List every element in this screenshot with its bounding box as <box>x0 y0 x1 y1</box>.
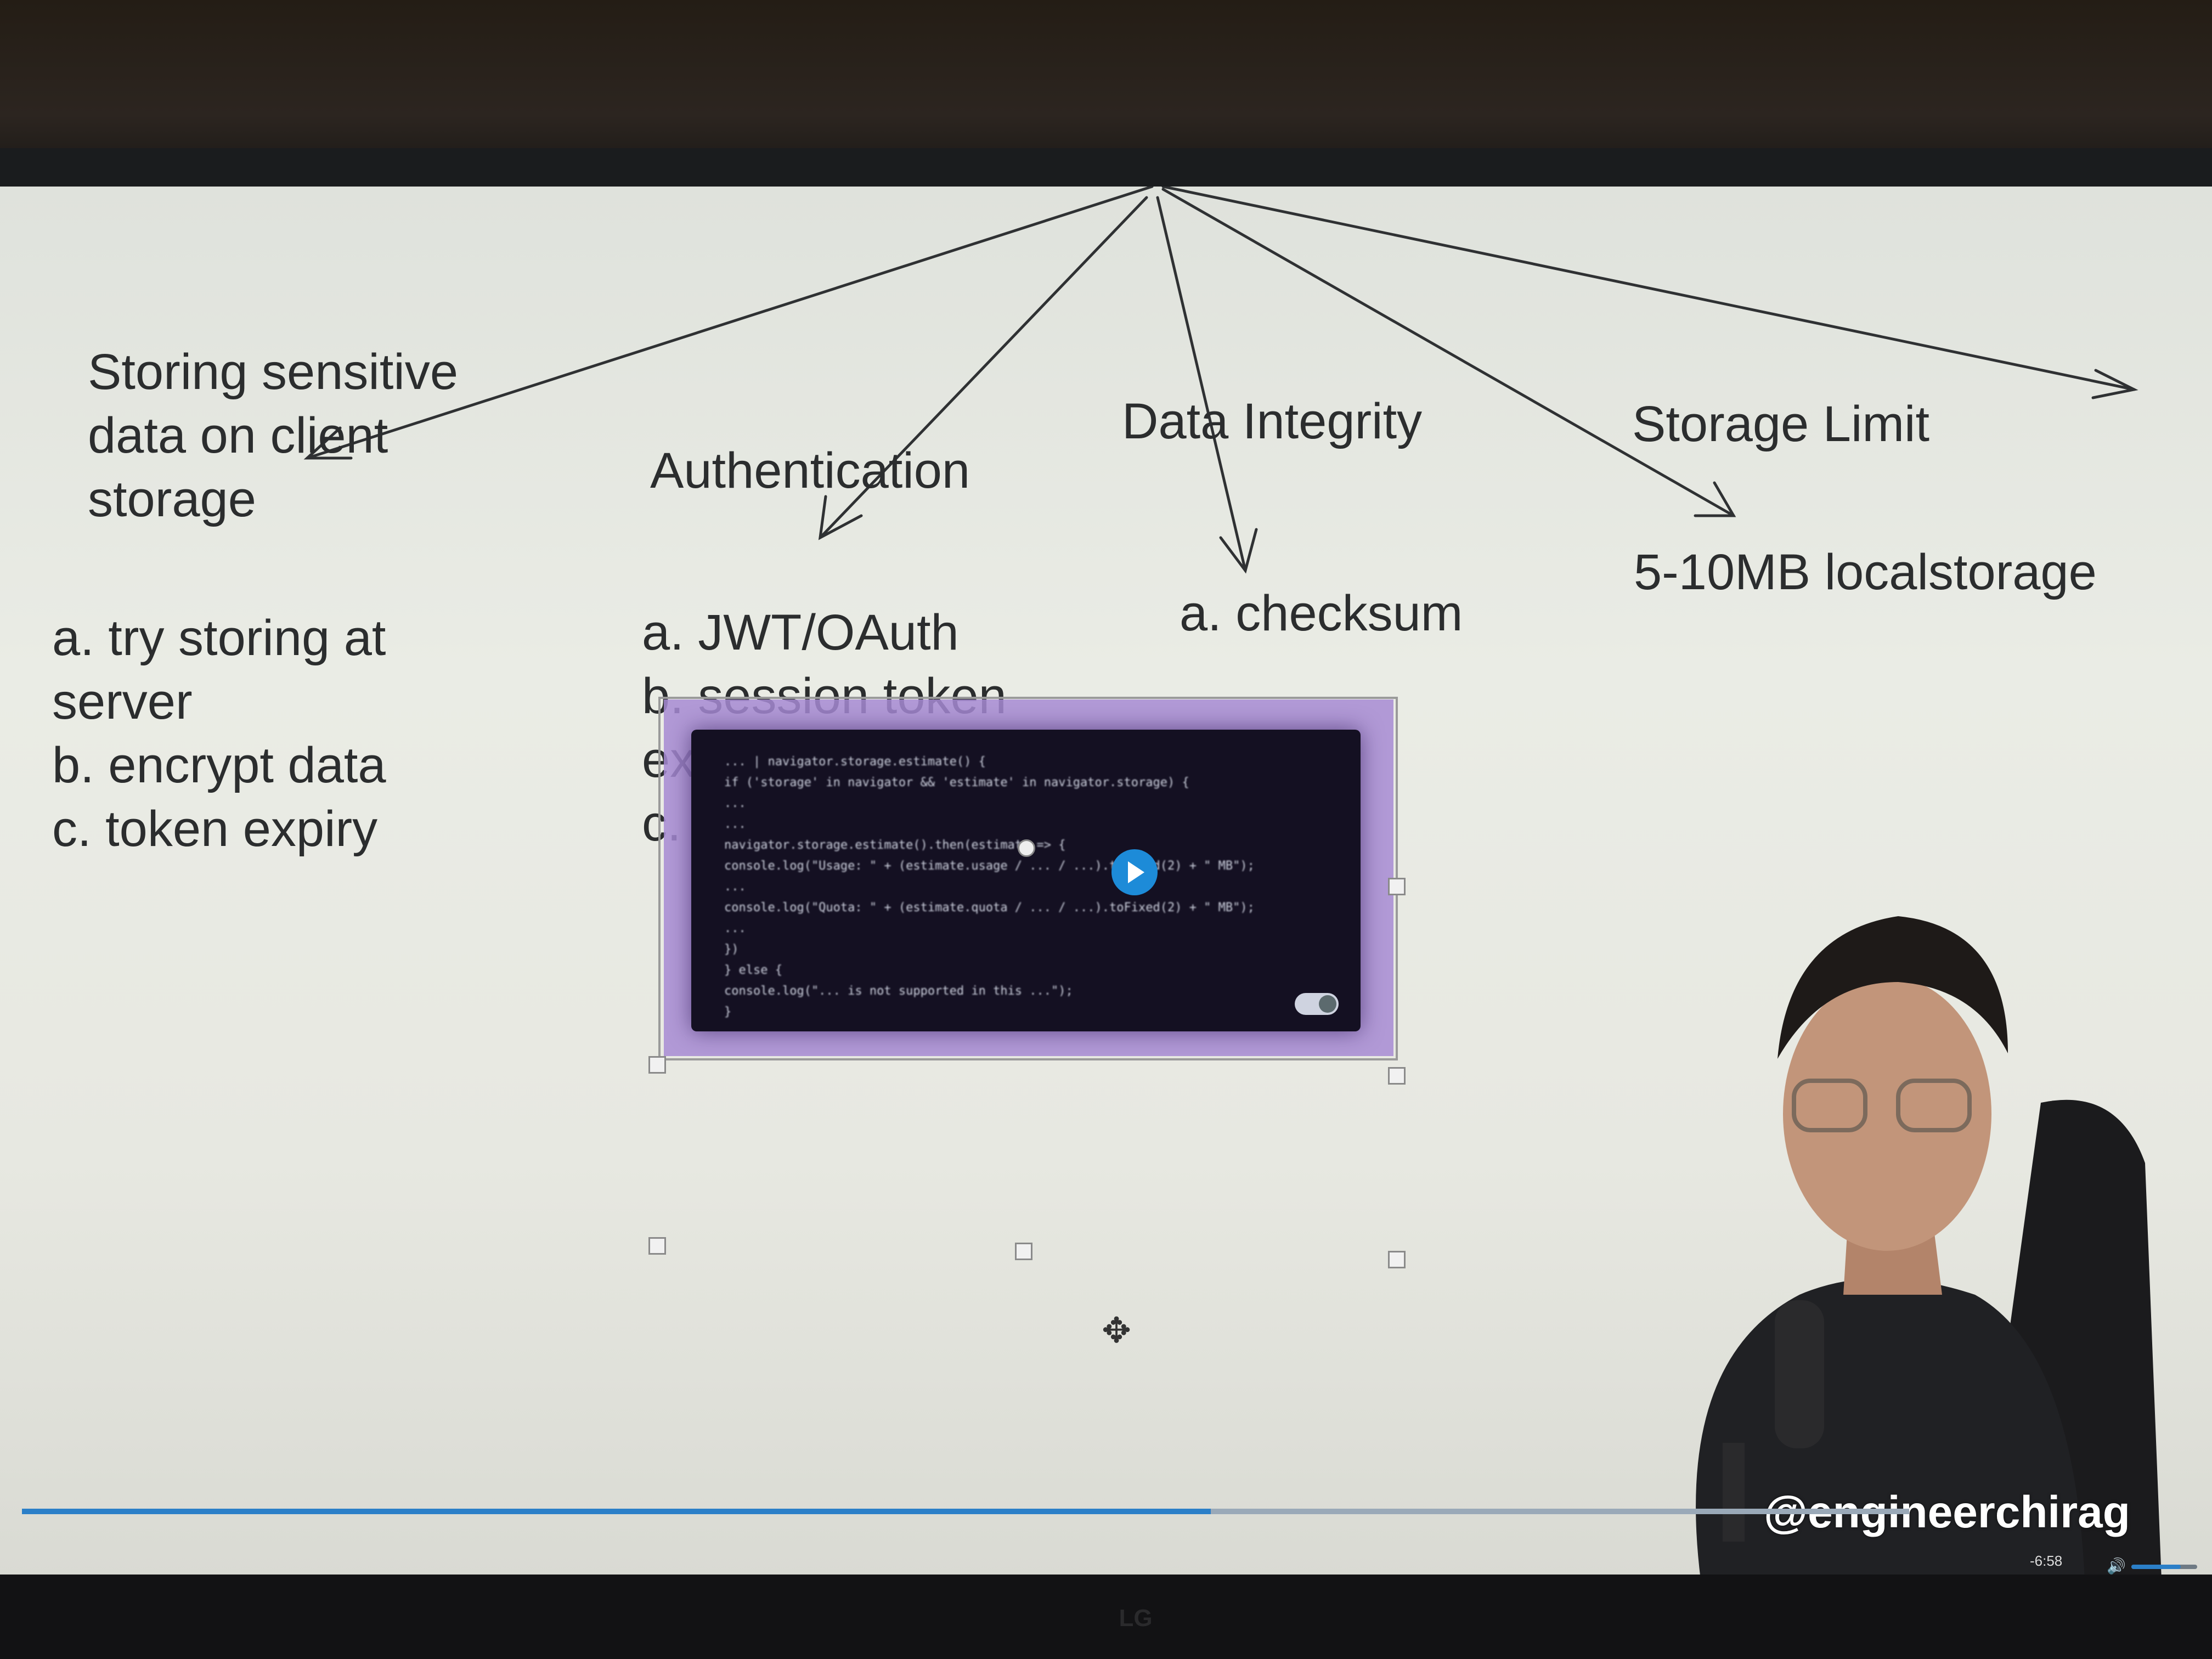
list-item: a. try storing at <box>52 610 386 666</box>
resize-handle-middle-right[interactable] <box>1388 1067 1406 1085</box>
code-lines: ... | navigator.storage.estimate() { if … <box>724 752 1255 1023</box>
play-button[interactable] <box>1111 849 1158 895</box>
code-line: console.log("Quota: " + (estimate.quota … <box>724 901 1255 915</box>
time-remaining: -6:58 <box>2030 1553 2063 1569</box>
code-line: ... <box>724 817 746 831</box>
video-progress-bar[interactable] <box>22 1509 1909 1514</box>
resize-handle-top-right[interactable] <box>1388 878 1406 895</box>
arrow-to-integrity <box>1156 196 1247 572</box>
list-item: a. JWT/OAuth <box>642 605 959 661</box>
presenter-webcam <box>1591 878 2212 1580</box>
code-line: navigator.storage.estimate().then(estima… <box>724 838 1066 852</box>
volume-icon[interactable]: 🔊 <box>2107 1557 2126 1575</box>
code-line: ... | navigator.storage.estimate() { <box>724 755 986 769</box>
heading-line: Storing sensitive <box>88 344 458 400</box>
code-line: console.log("Usage: " + (estimate.usage … <box>724 859 1255 873</box>
heading-line: storage <box>88 471 256 527</box>
list-item: c. token expiry <box>52 801 378 857</box>
arrow-to-storage-limit <box>1161 188 1735 517</box>
resize-handle-middle-left[interactable] <box>648 1056 666 1074</box>
move-cursor-icon: ✥ <box>1102 1311 1131 1350</box>
rotate-handle[interactable] <box>1018 839 1035 857</box>
code-line: ... <box>724 922 746 935</box>
code-line: } else { <box>724 963 782 977</box>
list-item: server <box>52 674 193 730</box>
heading-data-integrity: Data Integrity <box>1122 393 1423 449</box>
heading-line: data on client <box>88 408 388 464</box>
volume-slider[interactable] <box>2131 1565 2197 1569</box>
code-line: if ('storage' in navigator && 'estimate'… <box>724 776 1189 789</box>
arrow-to-offscreen <box>1161 187 2136 391</box>
toggle-knob <box>1319 995 1336 1013</box>
list-storing-sensitive-data: a. try storing at server b. encrypt data… <box>52 606 386 861</box>
monitor-bezel-top <box>0 148 2212 189</box>
video-progress-fill <box>22 1509 1211 1514</box>
list-item: b. encrypt data <box>52 737 386 793</box>
room-background <box>0 0 2212 165</box>
heading-storing-sensitive-data: Storing sensitive data on client storage <box>88 340 458 531</box>
list-data-integrity: a. checksum <box>1180 582 1463 645</box>
code-snippet-image[interactable]: ... | navigator.storage.estimate() { if … <box>691 730 1361 1031</box>
microphone <box>1775 1300 1824 1448</box>
storage-limit-value: 5-10MB localstorage <box>1634 544 2097 600</box>
play-icon <box>1128 861 1144 883</box>
face <box>1783 977 1991 1251</box>
microphone-arm <box>1723 1443 1745 1542</box>
code-line: ... <box>724 797 746 810</box>
code-line: ... <box>724 880 746 894</box>
arrowhead-storage-limit <box>1694 481 1736 517</box>
code-line: }) <box>724 943 739 956</box>
heading-authentication: Authentication <box>650 443 970 499</box>
resize-handle-bottom-center[interactable] <box>1015 1243 1032 1260</box>
list-item: a. checksum <box>1180 585 1463 641</box>
code-line: console.log("... is not supported in thi… <box>724 984 1073 998</box>
resize-handle-bottom-left[interactable] <box>648 1237 666 1255</box>
heading-storage-limit: Storage Limit <box>1632 396 1930 452</box>
monitor-brand-logo: LG <box>1119 1605 1153 1632</box>
volume-fill <box>2131 1565 2181 1569</box>
resize-handle-bottom-right[interactable] <box>1388 1251 1406 1268</box>
code-line: } <box>724 1005 732 1019</box>
theme-toggle[interactable] <box>1295 993 1339 1015</box>
presenter-video <box>1696 916 2162 1580</box>
